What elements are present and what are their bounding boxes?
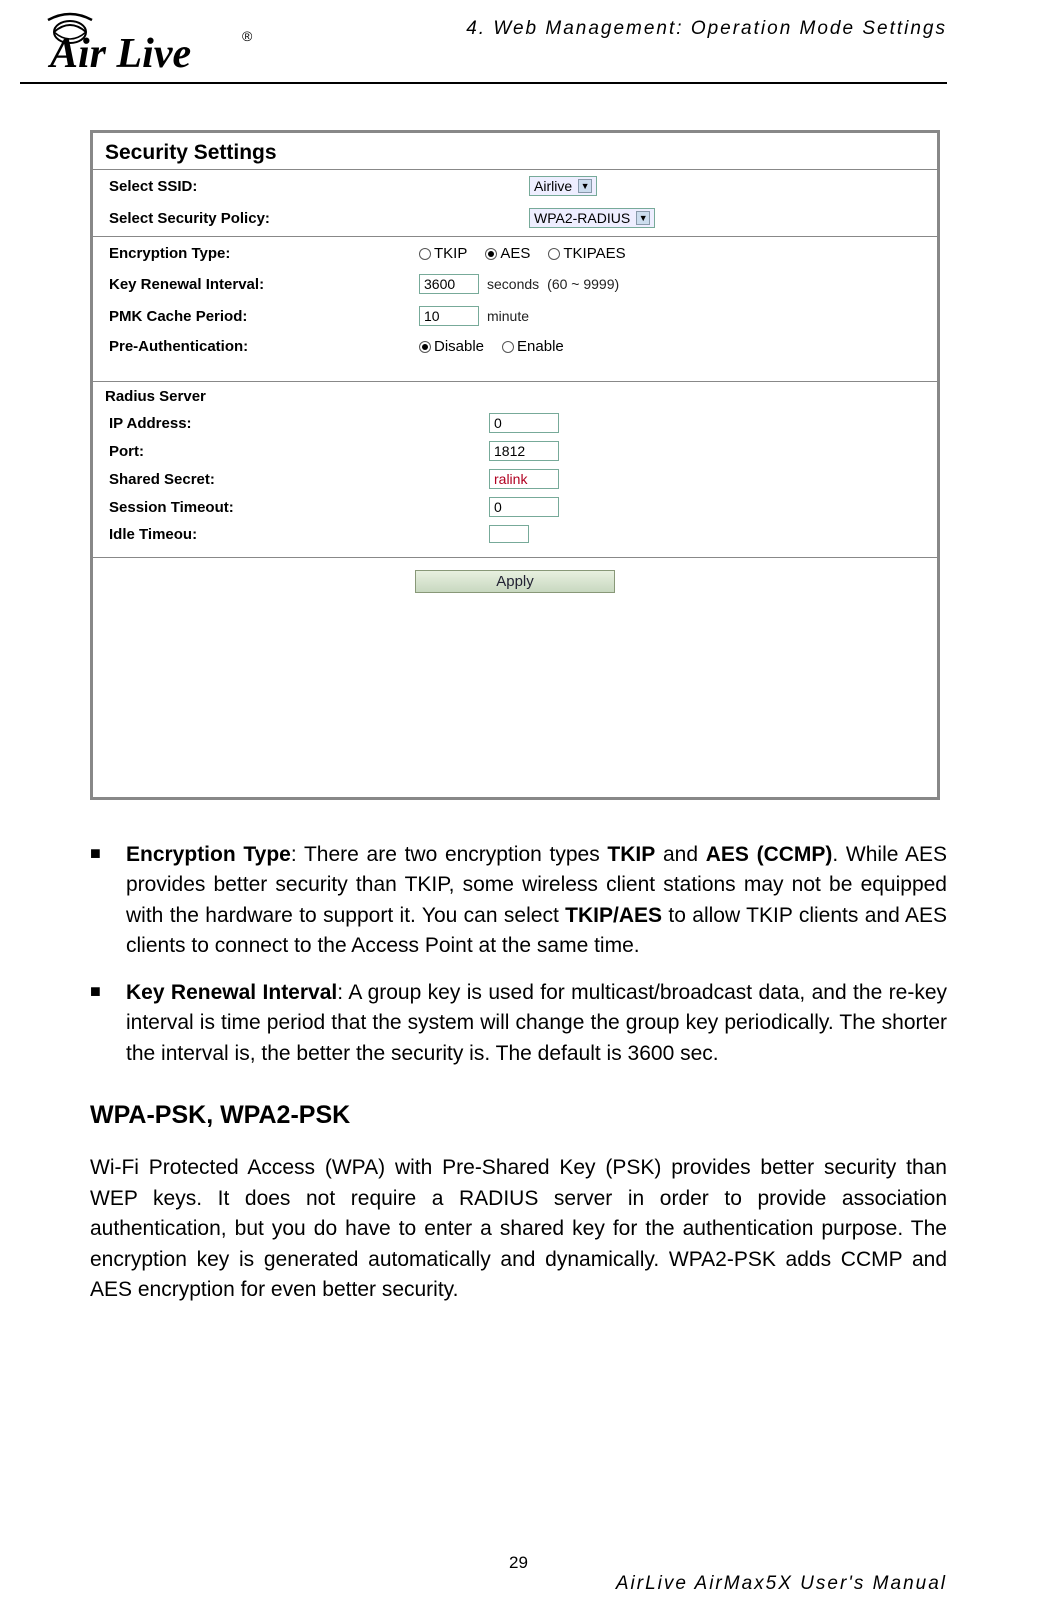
bullet-icon: ■ <box>90 840 126 962</box>
wpa-psk-paragraph: Wi-Fi Protected Access (WPA) with Pre-Sh… <box>90 1153 947 1305</box>
radio-tkipaes[interactable] <box>548 248 560 260</box>
radio-preauth-enable[interactable] <box>502 341 514 353</box>
section-heading-wpa-psk: WPA-PSK, WPA2-PSK <box>90 1097 947 1133</box>
radio-tkip[interactable] <box>419 248 431 260</box>
pmk-cache-unit: minute <box>487 308 529 324</box>
body-content: ■ Encryption Type: There are two encrypt… <box>90 840 947 1306</box>
select-ssid-label: Select SSID: <box>109 178 409 195</box>
radius-ip-input[interactable]: 0 <box>489 413 559 433</box>
radius-port-label: Port: <box>109 443 489 460</box>
page-number: 29 <box>0 1553 1037 1573</box>
pmk-cache-label: PMK Cache Period: <box>109 308 319 325</box>
radius-secret-input[interactable]: ralink <box>489 469 559 489</box>
select-ssid-dropdown[interactable]: Airlive ▼ <box>529 176 597 196</box>
airlive-logo: Air Live ® <box>20 10 260 80</box>
radius-server-header: Radius Server <box>93 384 937 409</box>
radius-session-label: Session Timeout: <box>109 499 489 516</box>
radius-secret-label: Shared Secret: <box>109 471 489 488</box>
key-renewal-input[interactable]: 3600 <box>419 274 479 294</box>
select-policy-label: Select Security Policy: <box>109 210 409 227</box>
radius-ip-label: IP Address: <box>109 415 489 432</box>
key-renewal-range: (60 ~ 9999) <box>547 276 619 292</box>
bullet-icon: ■ <box>90 978 126 1069</box>
bullet-key-renewal: ■ Key Renewal Interval: A group key is u… <box>90 978 947 1069</box>
preauth-radios: Disable Enable <box>419 338 564 355</box>
radius-idle-input[interactable] <box>489 525 529 543</box>
radius-port-input[interactable]: 1812 <box>489 441 559 461</box>
pmk-cache-input[interactable]: 10 <box>419 306 479 326</box>
chapter-header: 4. Web Management: Operation Mode Settin… <box>466 18 947 40</box>
encryption-type-radios: TKIP AES TKIPAES <box>419 245 626 262</box>
select-policy-dropdown[interactable]: WPA2-RADIUS ▼ <box>529 208 655 228</box>
radio-preauth-disable[interactable] <box>419 341 431 353</box>
chevron-down-icon: ▼ <box>578 179 592 193</box>
chevron-down-icon: ▼ <box>636 211 650 225</box>
logo-text: Air Live <box>50 30 191 78</box>
radius-idle-label: Idle Timeou: <box>109 526 489 543</box>
security-settings-screenshot: Security Settings Select SSID: Airlive ▼… <box>90 130 940 800</box>
bullet-encryption-type: ■ Encryption Type: There are two encrypt… <box>90 840 947 962</box>
radio-aes[interactable] <box>485 248 497 260</box>
encryption-type-label: Encryption Type: <box>109 245 319 262</box>
radius-session-input[interactable]: 0 <box>489 497 559 517</box>
key-renewal-unit: seconds <box>487 276 539 292</box>
apply-button[interactable]: Apply <box>415 570 615 593</box>
header-divider <box>20 82 947 84</box>
screenshot-title: Security Settings <box>93 133 937 170</box>
footer-manual-title: AirLive AirMax5X User's Manual <box>616 1573 947 1595</box>
key-renewal-label: Key Renewal Interval: <box>109 276 319 293</box>
preauth-label: Pre-Authentication: <box>109 338 319 355</box>
